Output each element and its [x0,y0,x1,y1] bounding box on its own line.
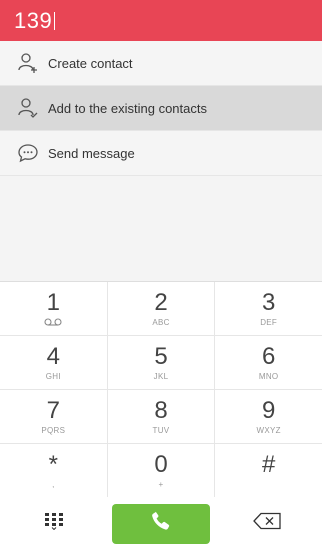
key-letters: DEF [260,317,278,327]
message-bubble-icon [17,142,39,164]
add-to-existing-label: Add to the existing contacts [48,100,207,116]
key-letters: + [158,480,164,489]
key-0[interactable]: 0 + [108,444,216,498]
key-digit: 1 [46,288,61,316]
send-message-option[interactable]: Send message [0,131,322,176]
key-digit: 8 [154,396,168,424]
key-digit: * [48,451,58,478]
dial-keypad: 1 2 ABC 3 DEF 4 GHI 5 JKL 6 MNO 7 PQRS 8… [0,281,322,498]
person-check-icon [17,97,39,119]
key-6[interactable]: 6 MNO [215,336,322,389]
key-letters: MNO [258,371,279,381]
send-message-label: Send message [48,145,135,161]
call-button[interactable] [112,503,210,544]
person-add-icon [17,52,39,74]
key-digit: 6 [262,342,276,370]
key-4[interactable]: 4 GHI [0,336,108,389]
key-letters: GHI [45,371,61,381]
add-to-existing-option[interactable]: Add to the existing contacts [0,86,322,131]
key-digit: 0 [154,451,168,478]
backspace-button[interactable] [213,497,320,550]
key-1[interactable]: 1 [0,282,108,335]
dialed-number: 139 [14,7,53,33]
key-7[interactable]: 7 PQRS [0,390,108,443]
key-3[interactable]: 3 DEF [215,282,322,335]
suggestion-list: Create contact Add to the existing conta… [0,41,322,176]
key-digit: 4 [46,342,61,370]
backspace-icon [252,512,282,535]
key-digit: 7 [46,396,61,424]
voicemail-icon [44,317,62,328]
create-contact-label: Create contact [48,55,133,71]
key-letters: WXYZ [256,425,281,435]
dialer-action-bar [0,497,322,550]
dialed-number-bar[interactable]: 139 [0,0,322,41]
dialpad-toggle-icon [43,512,65,535]
phone-call-icon [149,509,173,538]
key-letters: TUV [152,425,170,435]
key-letters: PQRS [41,425,66,435]
key-letters: ABC [152,317,170,327]
key-digit: 9 [262,396,276,424]
key-letters: JKL [153,371,169,381]
key-digit: # [262,451,276,478]
key-letters: , [52,480,55,489]
dialpad-toggle-button[interactable] [0,497,107,550]
key-2[interactable]: 2 ABC [108,282,216,335]
key-8[interactable]: 8 TUV [108,390,216,443]
key-digit: 5 [154,342,168,370]
key-5[interactable]: 5 JKL [108,336,216,389]
create-contact-option[interactable]: Create contact [0,41,322,86]
key-hash[interactable]: # [215,444,322,498]
key-digit: 2 [154,288,168,316]
key-star[interactable]: * , [0,444,108,498]
text-cursor [54,11,56,30]
key-9[interactable]: 9 WXYZ [215,390,322,443]
key-digit: 3 [262,288,276,316]
